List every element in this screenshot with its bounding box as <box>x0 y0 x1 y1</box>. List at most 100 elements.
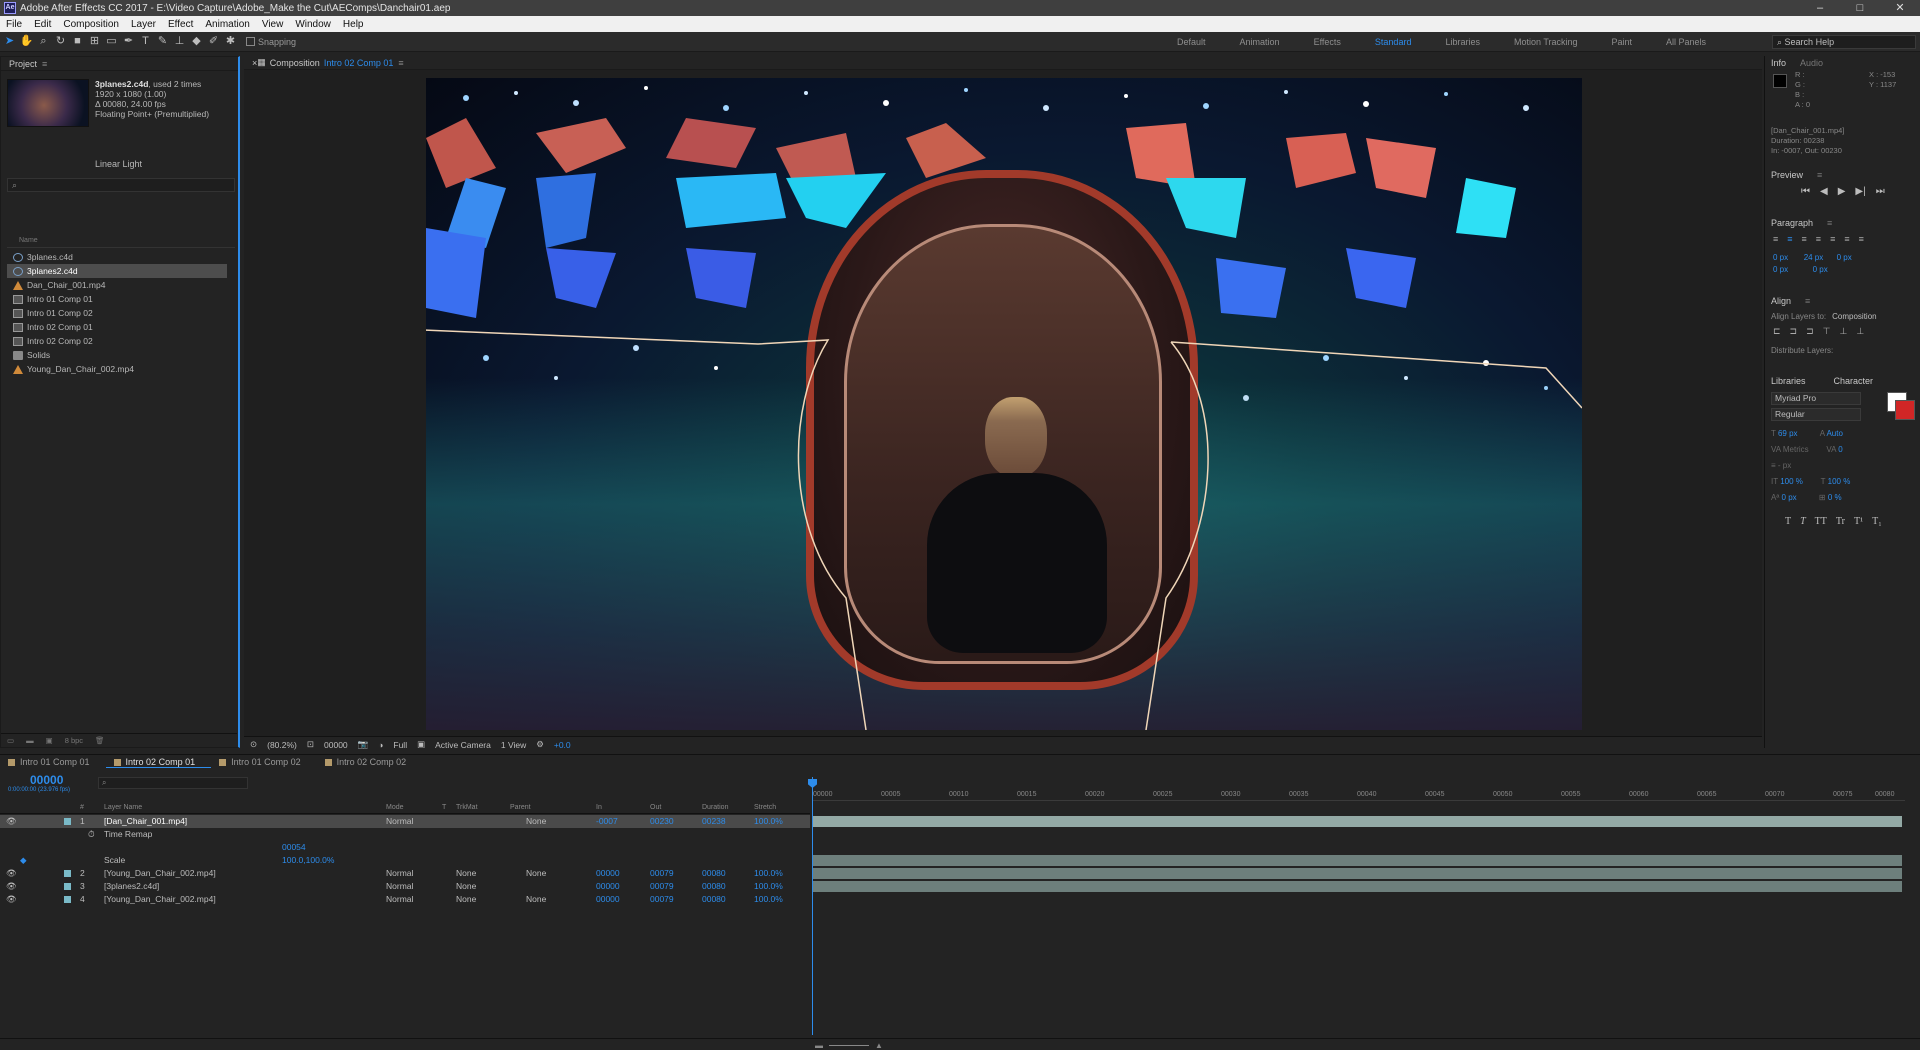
libraries-tab[interactable]: Libraries <box>1771 376 1806 386</box>
panel-menu-icon[interactable]: ≡ <box>1827 218 1832 228</box>
menu-view[interactable]: View <box>256 19 290 30</box>
col-duration[interactable]: Duration <box>702 804 728 811</box>
horizontal-scale-value[interactable]: 100 % <box>1828 477 1851 486</box>
superscript-button[interactable]: T¹ <box>1854 516 1863 527</box>
project-item[interactable]: Intro 01 Comp 02 <box>7 306 235 320</box>
label-color-swatch[interactable] <box>64 870 71 877</box>
snapping-checkbox[interactable] <box>246 37 255 46</box>
show-channel-icon[interactable]: ◑ <box>378 740 383 750</box>
vertical-scale-value[interactable]: 100 % <box>1780 477 1803 486</box>
align-top-edges-icon[interactable]: ⊤ <box>1823 326 1831 337</box>
space-before[interactable]: 0 px <box>1773 265 1788 274</box>
layer-duration[interactable]: 00080 <box>702 881 726 891</box>
brush-tool-icon[interactable]: ✎ <box>155 34 170 49</box>
menu-composition[interactable]: Composition <box>57 19 125 30</box>
composition-tab-name[interactable]: Intro 02 Comp 01 <box>324 58 394 68</box>
puppet-tool-icon[interactable]: ✱ <box>223 34 238 49</box>
layer-name[interactable]: [Young_Dan_Chair_002.mp4] <box>104 894 216 904</box>
minimize-button[interactable]: – <box>1800 0 1840 16</box>
selection-tool-icon[interactable]: ➤ <box>2 34 17 49</box>
search-help-input[interactable]: ⌕ Search Help <box>1772 35 1916 49</box>
indent-right[interactable]: 0 px <box>1837 253 1852 262</box>
visibility-eye-icon[interactable]: 👁 <box>6 868 17 879</box>
timeline-search-input[interactable]: ⌕ <box>98 777 248 789</box>
subscript-button[interactable]: T₁ <box>1872 516 1882 527</box>
layer-bar[interactable] <box>812 868 1902 879</box>
align-tab[interactable]: Align <box>1771 296 1791 306</box>
exposure-value[interactable]: +0.0 <box>554 740 571 750</box>
property-value[interactable]: 00054 <box>282 842 306 852</box>
zoom-tool-icon[interactable]: ⌕ <box>36 34 51 49</box>
pen-tool-icon[interactable]: ✒ <box>121 34 136 49</box>
layer-in[interactable]: 00000 <box>596 881 620 891</box>
workspace-libraries[interactable]: Libraries <box>1428 37 1497 47</box>
keyframe-icon[interactable]: ◆ <box>20 855 27 866</box>
trkmat-select[interactable]: None <box>456 894 476 904</box>
layer-duration[interactable]: 00080 <box>702 868 726 878</box>
align-center-icon[interactable]: ≡ <box>1787 234 1792 244</box>
align-left-icon[interactable]: ≡ <box>1773 234 1778 244</box>
blend-mode-select[interactable]: Normal <box>386 881 413 891</box>
property-row[interactable]: ◆ Scale 100.0,100.0% <box>0 854 810 867</box>
current-time-indicator[interactable] <box>812 777 813 1035</box>
blend-mode-select[interactable]: Normal <box>386 868 413 878</box>
layer-bar[interactable] <box>812 816 1902 827</box>
col-t[interactable]: T <box>442 804 446 811</box>
trkmat-select[interactable]: None <box>456 881 476 891</box>
parent-select[interactable]: None <box>526 816 546 826</box>
blend-mode-select[interactable]: Normal <box>386 816 413 826</box>
faux-bold-button[interactable]: T <box>1785 516 1791 527</box>
blend-mode-select[interactable]: Normal <box>386 894 413 904</box>
timeline-tab-active[interactable]: Intro 02 Comp 01 <box>105 757 212 768</box>
snapping-toggle[interactable]: Snapping <box>246 37 296 47</box>
justify-center-icon[interactable]: ≡ <box>1830 234 1835 244</box>
project-item[interactable]: Young_Dan_Chair_002.mp4 <box>7 362 235 376</box>
layer-in[interactable]: -0007 <box>596 816 618 826</box>
col-in[interactable]: In <box>596 804 602 811</box>
eraser-tool-icon[interactable]: ◆ <box>189 34 204 49</box>
menu-help[interactable]: Help <box>337 19 370 30</box>
layer-bar[interactable] <box>812 855 1902 866</box>
type-tool-icon[interactable]: T <box>138 34 153 49</box>
workspace-all-panels[interactable]: All Panels <box>1649 37 1723 47</box>
first-frame-icon[interactable]: ⏮ <box>1801 186 1810 197</box>
align-right-edges-icon[interactable]: ⊐ <box>1806 326 1814 337</box>
col-trkmat[interactable]: TrkMat <box>456 804 478 811</box>
layer-row[interactable]: 👁 2 [Young_Dan_Chair_002.mp4] Normal Non… <box>0 867 810 880</box>
camera-tool-icon[interactable]: ■ <box>70 34 85 49</box>
workspace-standard[interactable]: Standard <box>1358 37 1429 47</box>
small-caps-button[interactable]: Tr <box>1836 516 1845 527</box>
close-button[interactable]: ✕ <box>1880 0 1920 16</box>
paragraph-tab[interactable]: Paragraph <box>1771 218 1813 228</box>
stroke-width-value[interactable]: - px <box>1778 461 1791 470</box>
bit-depth-button[interactable]: 8 bpc <box>65 736 83 745</box>
always-preview-icon[interactable]: ⊙ <box>250 739 257 750</box>
align-left-edges-icon[interactable]: ⊏ <box>1773 326 1781 337</box>
new-folder-icon[interactable]: ▬ <box>26 736 34 745</box>
composition-viewer[interactable] <box>244 70 1762 736</box>
project-item[interactable]: Solids <box>7 348 235 362</box>
tracking-value[interactable]: 0 <box>1838 445 1842 454</box>
workspace-paint[interactable]: Paint <box>1595 37 1650 47</box>
label-color-swatch[interactable] <box>64 883 71 890</box>
faux-italic-button[interactable]: T <box>1800 516 1806 527</box>
layer-out[interactable]: 00079 <box>650 881 674 891</box>
timeline-tab[interactable]: Intro 01 Comp 02 <box>211 757 317 767</box>
leading-value[interactable]: Auto <box>1826 429 1842 438</box>
rectangle-tool-icon[interactable]: ▭ <box>104 34 119 49</box>
menu-window[interactable]: Window <box>289 19 337 30</box>
mask-path[interactable] <box>426 78 1582 730</box>
timeline-timecode[interactable]: 00000 <box>30 773 63 787</box>
parent-select[interactable]: None <box>526 894 546 904</box>
timeline-tab[interactable]: Intro 01 Comp 01 <box>0 757 106 767</box>
last-frame-icon[interactable]: ⏭ <box>1876 186 1885 197</box>
project-column-header[interactable]: Name <box>7 237 235 248</box>
fast-preview-icon[interactable]: ⚙ <box>536 739 544 750</box>
safe-zones-icon[interactable]: ⊡ <box>307 739 314 750</box>
layer-out[interactable]: 00079 <box>650 868 674 878</box>
new-composition-icon[interactable]: ▣ <box>46 736 53 745</box>
label-color-swatch[interactable] <box>64 818 71 825</box>
align-right-icon[interactable]: ≡ <box>1802 234 1807 244</box>
lock-icon[interactable]: ▦ <box>257 57 266 68</box>
all-caps-button[interactable]: TT <box>1815 516 1827 527</box>
